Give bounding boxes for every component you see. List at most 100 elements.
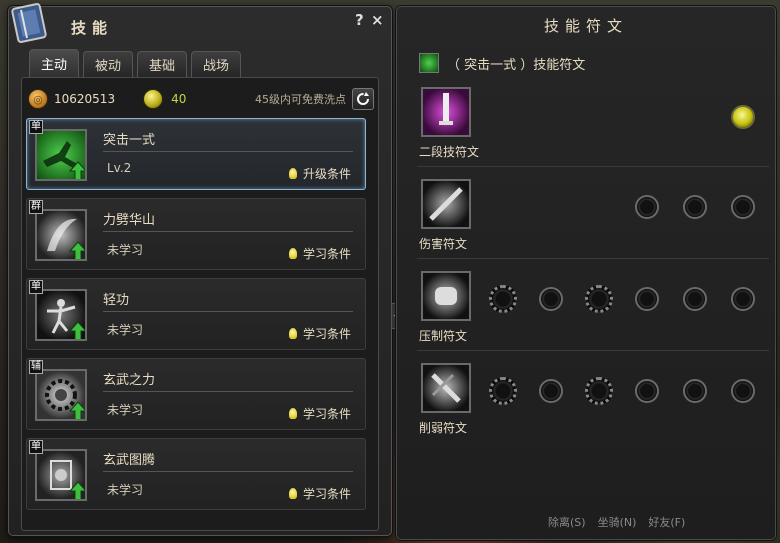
skill-tabs: 主动 被动 基础 战场 [29,49,241,77]
condition-label: 学习条件 [302,407,351,421]
currency-bar: ◎ 10620513 40 45级内可免费洗点 [28,86,374,112]
skill-level: Lv.2 [107,161,132,175]
tab-active-skills[interactable]: 主动 [29,49,79,77]
skill-list: 单 突击一式 Lv.2 升级条件 群 力劈华山 未学习 学习条件 单 轻功 未学… [26,118,374,518]
rune-header-text: （ 突击一式 ）技能符文 [447,57,586,73]
skill-condition-link[interactable]: 升级条件 [288,165,351,182]
background-menu: 除离(S) 坐骑(N) 好友(F) [548,514,685,530]
skill-condition-link[interactable]: 学习条件 [288,245,351,262]
divider [103,231,353,232]
upgrade-arrow-icon [69,241,85,259]
rune-socket-ornate[interactable] [585,285,613,313]
lightbulb-icon [288,488,297,499]
lightbulb-icon [288,328,297,339]
upgrade-arrow-icon [69,481,85,499]
divider [103,391,353,392]
condition-label: 学习条件 [302,247,351,261]
rune-socket-lit[interactable] [731,105,755,129]
rune-label: 削弱符文 [419,421,468,435]
rune-label: 伤害符文 [419,237,468,251]
divider [103,311,353,312]
rune-socket[interactable] [539,287,563,311]
rune-socket[interactable] [683,195,707,219]
skill-item-xuanwuzhili[interactable]: 辅 玄武之力 未学习 学习条件 [26,358,366,430]
tab-basic-skills[interactable]: 基础 [137,51,187,77]
suppress-rune-icon[interactable] [421,271,471,321]
rune-socket[interactable] [731,195,755,219]
rune-socket-ornate[interactable] [489,285,517,313]
divider [103,471,353,472]
condition-label: 升级条件 [302,167,351,181]
gem-value: 40 [171,92,187,106]
tab-passive-skills[interactable]: 被动 [83,51,133,77]
rune-socket[interactable] [731,379,755,403]
rune-header: （ 突击一式 ）技能符文 [419,53,585,73]
skill-status: 未学习 [107,323,144,337]
skill-status: 未学习 [107,403,144,417]
background-menu-item[interactable]: 好友(F) [648,514,685,530]
lightbulb-icon [288,408,297,419]
skill-type-badge: 单 [29,120,43,134]
rune-socket[interactable] [635,195,659,219]
skill-name: 轻功 [103,293,130,308]
condition-label: 学习条件 [302,327,351,341]
skill-list-container: ◎ 10620513 40 45级内可免费洗点 单 突击一式 Lv.2 升级条件… [21,77,379,531]
rune-socket[interactable] [683,287,707,311]
rune-row-damage: 伤害符文 [417,177,769,259]
reset-skill-button[interactable] [352,88,374,110]
skill-icon-qinggong [35,289,87,341]
gem-icon [143,89,164,109]
skill-icon-tuji [35,129,87,181]
skill-condition-link[interactable]: 学习条件 [288,405,351,422]
help-button[interactable]: ? [355,11,364,29]
lightbulb-icon [288,248,297,259]
rune-socket[interactable] [731,287,755,311]
weaken-rune-icon[interactable] [421,363,471,413]
damage-rune-icon[interactable] [421,179,471,229]
rune-socket-ornate[interactable] [585,377,613,405]
skills-panel: 技能 ? × 主动 被动 基础 战场 ◎ 10620513 40 45级内可免费… [8,3,403,536]
second-stage-rune-icon[interactable] [421,87,471,137]
background-menu-item[interactable]: 坐骑(N) [598,514,637,530]
skill-type-badge: 群 [29,200,43,214]
skill-name: 力劈华山 [103,213,156,228]
selected-skill-icon [419,53,439,73]
skill-item-tuji[interactable]: 单 突击一式 Lv.2 升级条件 [26,118,366,190]
coin-icon: ◎ [28,89,48,109]
rune-panel-title: 技能符文 [543,17,628,35]
rune-socket[interactable] [635,287,659,311]
skill-icon-xuanwu-totem [35,449,87,501]
skill-item-lipihuashan[interactable]: 群 力劈华山 未学习 学习条件 [26,198,366,270]
coin-value: 10620513 [54,92,116,106]
rune-row-second-stage: 二段技符文 [417,85,769,167]
rune-socket[interactable] [635,379,659,403]
upgrade-arrow-icon [69,401,85,419]
condition-label: 学习条件 [302,487,351,501]
rune-socket[interactable] [683,379,707,403]
lightbulb-icon [288,168,297,179]
rune-row-weaken: 削弱符文 [417,361,769,443]
skill-name: 玄武之力 [103,373,156,388]
close-button[interactable]: × [371,11,384,29]
skill-condition-link[interactable]: 学习条件 [288,485,351,502]
skill-type-badge: 辅 [29,360,43,374]
background-menu-item[interactable]: 除离(S) [548,514,586,530]
skill-type-badge: 单 [29,440,43,454]
rune-socket-ornate[interactable] [489,377,517,405]
skill-status: 未学习 [107,243,144,257]
rune-label: 二段技符文 [419,145,480,159]
rune-row-suppress: 压制符文 [417,269,769,351]
rune-label: 压制符文 [419,329,468,343]
skill-type-badge: 单 [29,280,43,294]
upgrade-arrow-icon [69,161,85,179]
skill-icon-xuanwu-power [35,369,87,421]
skill-name: 突击一式 [103,133,156,148]
skill-icon-lipi [35,209,87,261]
skill-condition-link[interactable]: 学习条件 [288,325,351,342]
tab-battlefield-skills[interactable]: 战场 [191,51,241,77]
rune-socket[interactable] [539,379,563,403]
panel-title: 技能 [71,19,114,37]
skill-item-xuanwututeng[interactable]: 单 玄武图腾 未学习 学习条件 [26,438,366,510]
skill-item-qinggong[interactable]: 单 轻功 未学习 学习条件 [26,278,366,350]
refresh-icon [357,92,369,105]
